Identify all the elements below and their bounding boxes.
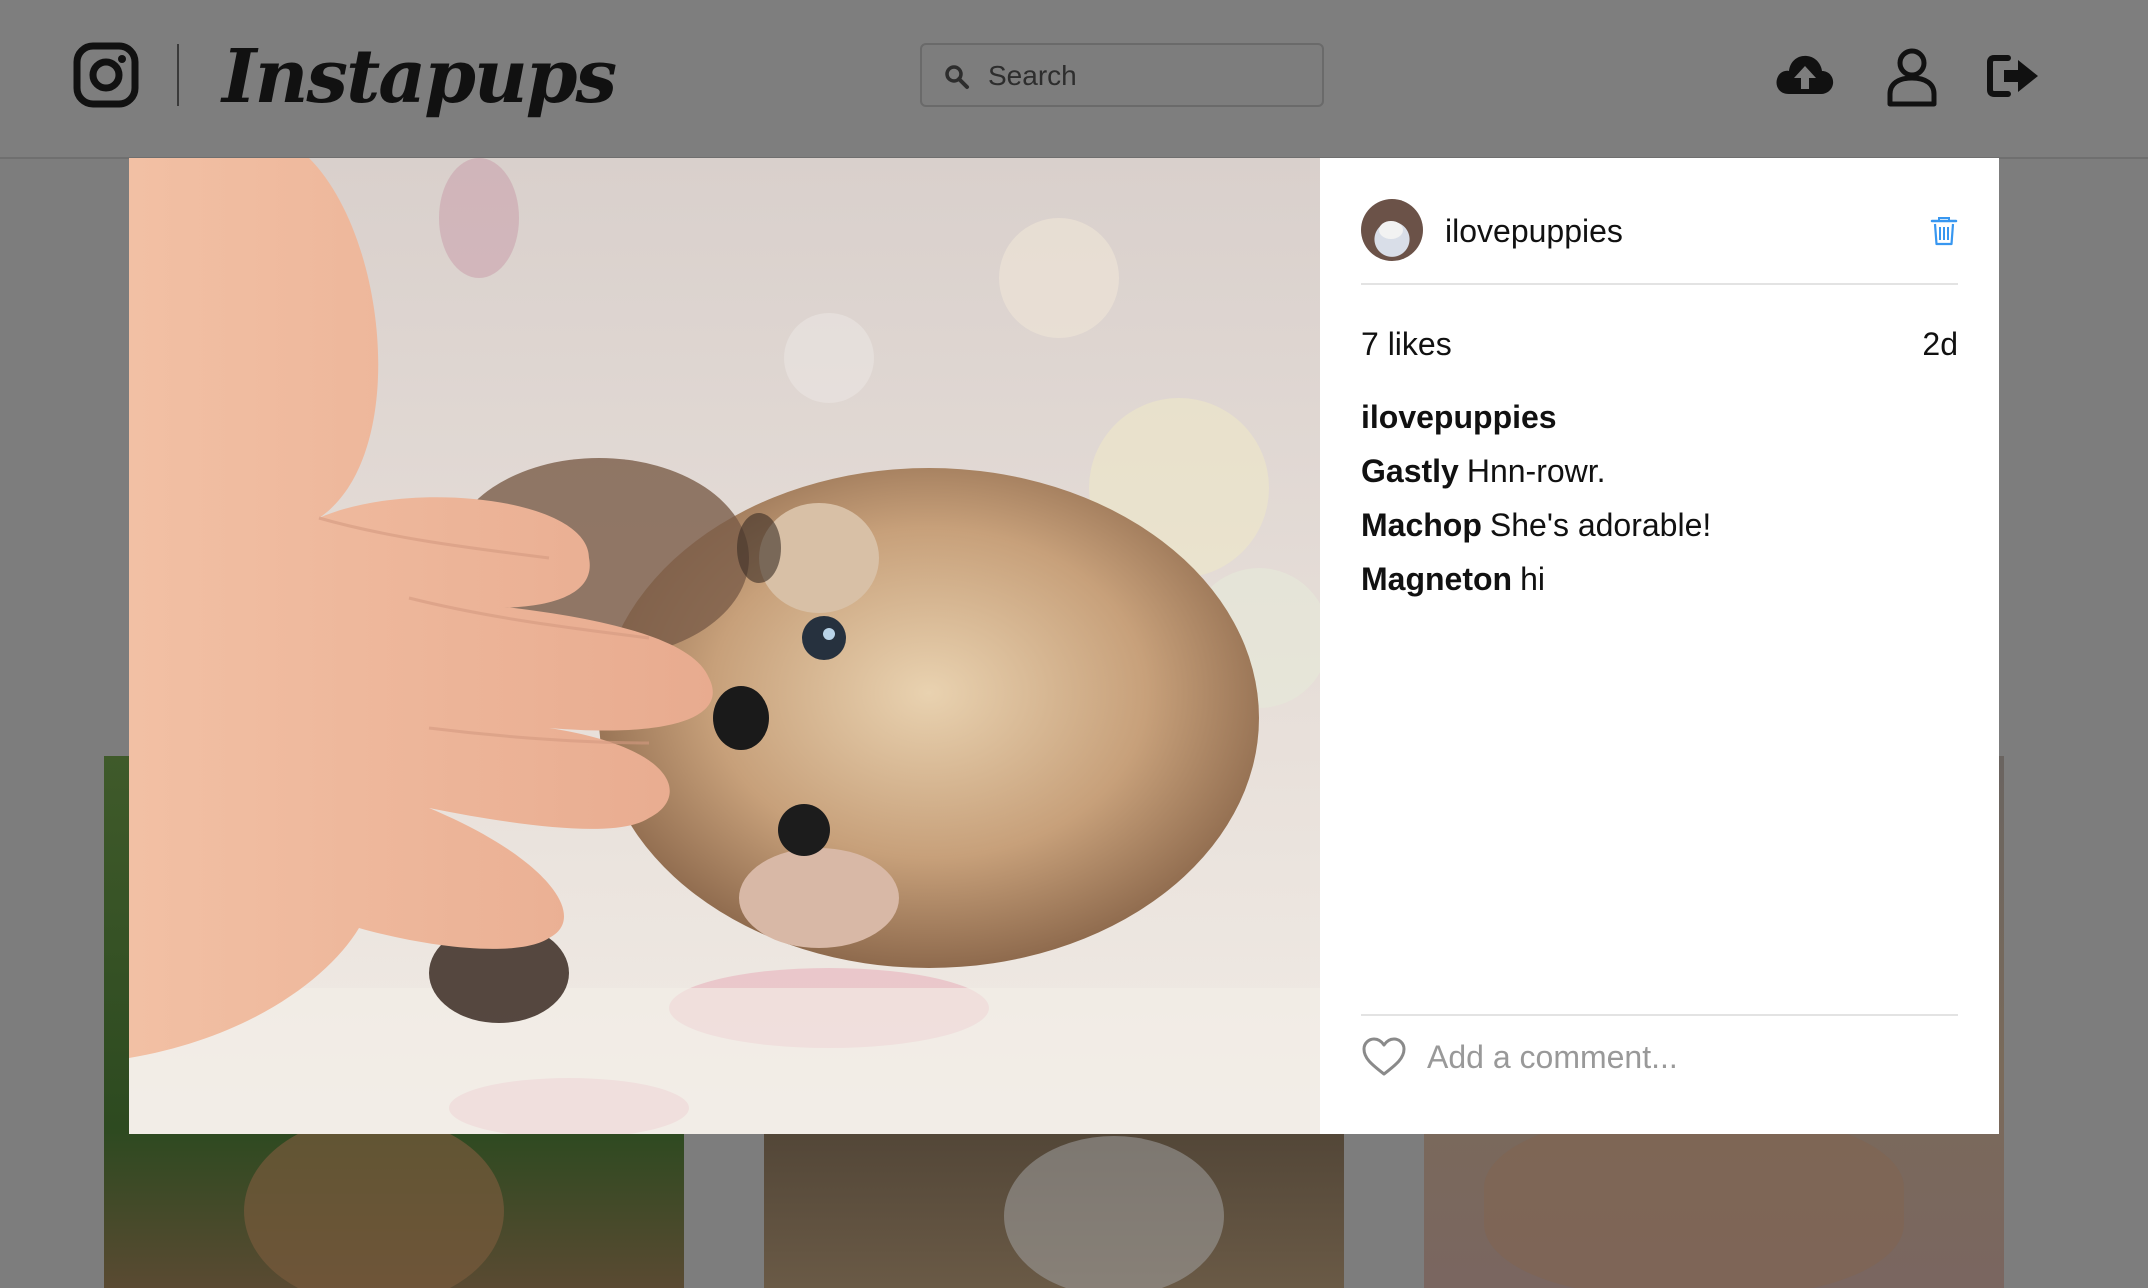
comment-item: Machop She's adorable!	[1361, 498, 1958, 552]
comment-item: Magneton hi	[1361, 552, 1958, 606]
avatar[interactable]	[1361, 199, 1423, 261]
search-input[interactable]	[986, 45, 1310, 107]
post-details-panel: ilovepuppies 7 likes 2d ilovepuppies Gas…	[1320, 158, 1999, 1134]
sign-out-icon[interactable]	[1982, 44, 2046, 108]
comment-item: Gastly Hnn-rowr.	[1361, 444, 1958, 498]
comment-input[interactable]	[1425, 1030, 1949, 1084]
caption: ilovepuppies	[1361, 390, 1958, 444]
post-username[interactable]: ilovepuppies	[1445, 212, 1623, 250]
post-modal: ilovepuppies 7 likes 2d ilovepuppies Gas…	[129, 158, 1999, 1134]
search-icon	[945, 65, 969, 89]
comment-text: Hnn-rowr.	[1466, 453, 1606, 489]
instagram-camera-icon[interactable]	[73, 42, 139, 108]
search-box[interactable]	[920, 43, 1324, 107]
cloud-upload-icon[interactable]	[1773, 44, 1837, 108]
comment-list: ilovepuppies Gastly Hnn-rowr. Machop She's…	[1361, 390, 1958, 606]
likes-count: 7 likes	[1361, 326, 1452, 362]
user-icon[interactable]	[1880, 44, 1944, 108]
comment-username[interactable]: Machop	[1361, 507, 1482, 543]
comment-text: hi	[1520, 561, 1545, 597]
logo-divider	[177, 44, 179, 106]
comment-bar	[1361, 1014, 1958, 1112]
comment-text: She's adorable!	[1489, 507, 1712, 543]
likes-row: 7 likes 2d	[1361, 324, 1958, 364]
post-photo	[129, 158, 1320, 1134]
post-header: ilovepuppies	[1361, 199, 1958, 285]
comment-username[interactable]: Gastly	[1361, 453, 1459, 489]
trash-icon[interactable]	[1930, 216, 1958, 246]
brand-name[interactable]: Instapups	[222, 30, 617, 124]
top-nav: Instapups	[0, 0, 2148, 159]
post-age: 2d	[1922, 326, 1958, 362]
puppy-photo-image	[129, 158, 1320, 1134]
comment-username[interactable]: Magneton	[1361, 561, 1512, 597]
caption-username[interactable]: ilovepuppies	[1361, 399, 1557, 435]
heart-icon[interactable]	[1361, 1036, 1407, 1078]
